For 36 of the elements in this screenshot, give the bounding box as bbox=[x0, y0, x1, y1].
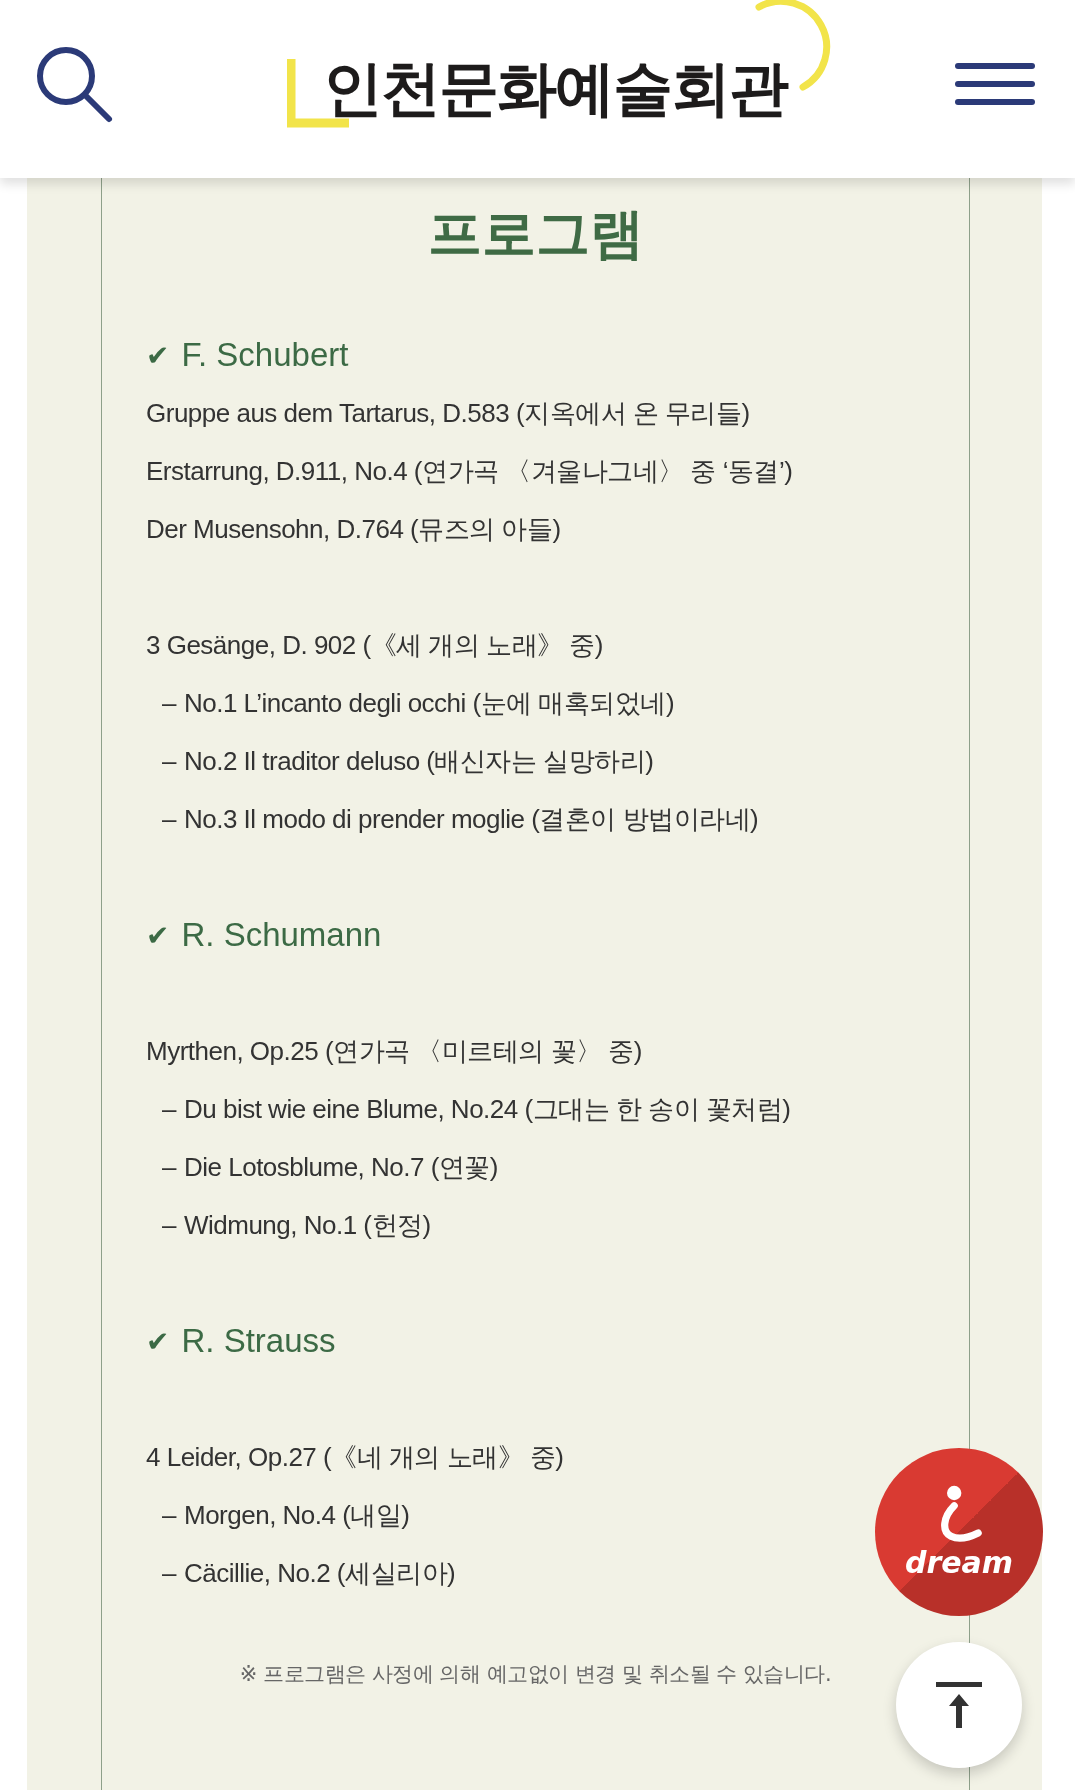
notice-text: ※ 프로그램은 사정에 의해 예고없이 변경 및 취소될 수 있습니다. bbox=[238, 1661, 833, 1688]
composer-name: F. Schubert bbox=[181, 336, 349, 374]
movement-title: Cäcillie, No.2 (세실리아) bbox=[183, 1556, 456, 1590]
dash: – bbox=[162, 803, 176, 835]
dash: – bbox=[162, 1499, 176, 1531]
work-title: 3 Gesänge, D. 902 (《세 개의 노래》 중) bbox=[146, 628, 603, 662]
composer-name: R. Strauss bbox=[181, 1322, 336, 1360]
work-title: Erstarrung, D.911, No.4 (연가곡 〈겨울나그네〉 중 ‘동결’) bbox=[146, 454, 793, 488]
check-icon: ✔ bbox=[146, 1324, 170, 1358]
scroll-top-button[interactable] bbox=[896, 1642, 1022, 1768]
check-icon: ✔ bbox=[146, 918, 170, 952]
work-title: Der Musensohn, D.764 (뮤즈의 아들) bbox=[146, 512, 561, 546]
search-icon[interactable] bbox=[34, 44, 114, 124]
composer-name: R. Schumann bbox=[181, 916, 382, 954]
work-title: Myrthen, Op.25 (연가곡 〈미르테의 꽃〉 중) bbox=[146, 1034, 642, 1068]
dash: – bbox=[162, 1151, 176, 1183]
logo[interactable]: 인천문화예술회관 bbox=[316, 48, 793, 130]
dash: – bbox=[162, 1209, 176, 1241]
movement-title: Du bist wie eine Blume, No.24 (그대는 한 송이 꽃처럼) bbox=[183, 1092, 791, 1126]
movement-title: No.3 Il modo di prender moglie (결혼이 방법이라네) bbox=[183, 802, 759, 836]
dash: – bbox=[162, 745, 176, 777]
check-icon: ✔ bbox=[146, 338, 170, 372]
arrow-up-to-line-icon bbox=[934, 1680, 984, 1730]
menu-icon[interactable] bbox=[955, 60, 1035, 108]
dash: – bbox=[162, 687, 176, 719]
movement-title: No.2 Il traditor deluso (배신자는 실망하리) bbox=[183, 744, 654, 778]
program-title: 프로그램 bbox=[426, 200, 645, 267]
movement-title: Morgen, No.4 (내일) bbox=[183, 1498, 410, 1532]
movement-title: Die Lotosblume, No.7 (연꽃) bbox=[183, 1150, 499, 1184]
movement-title: No.1 L’incanto degli occhi (눈에 매혹되었네) bbox=[183, 686, 675, 720]
dash: – bbox=[162, 1093, 176, 1125]
work-title: Gruppe aus dem Tartarus, D.583 (지옥에서 온 무리들) bbox=[146, 396, 750, 430]
movement-title: Widmung, No.1 (헌정) bbox=[183, 1208, 431, 1242]
dash: – bbox=[162, 1557, 176, 1589]
work-title: 4 Leider, Op.27 (《네 개의 노래》 중) bbox=[146, 1440, 564, 1474]
dream-button[interactable]: dream bbox=[875, 1448, 1043, 1616]
